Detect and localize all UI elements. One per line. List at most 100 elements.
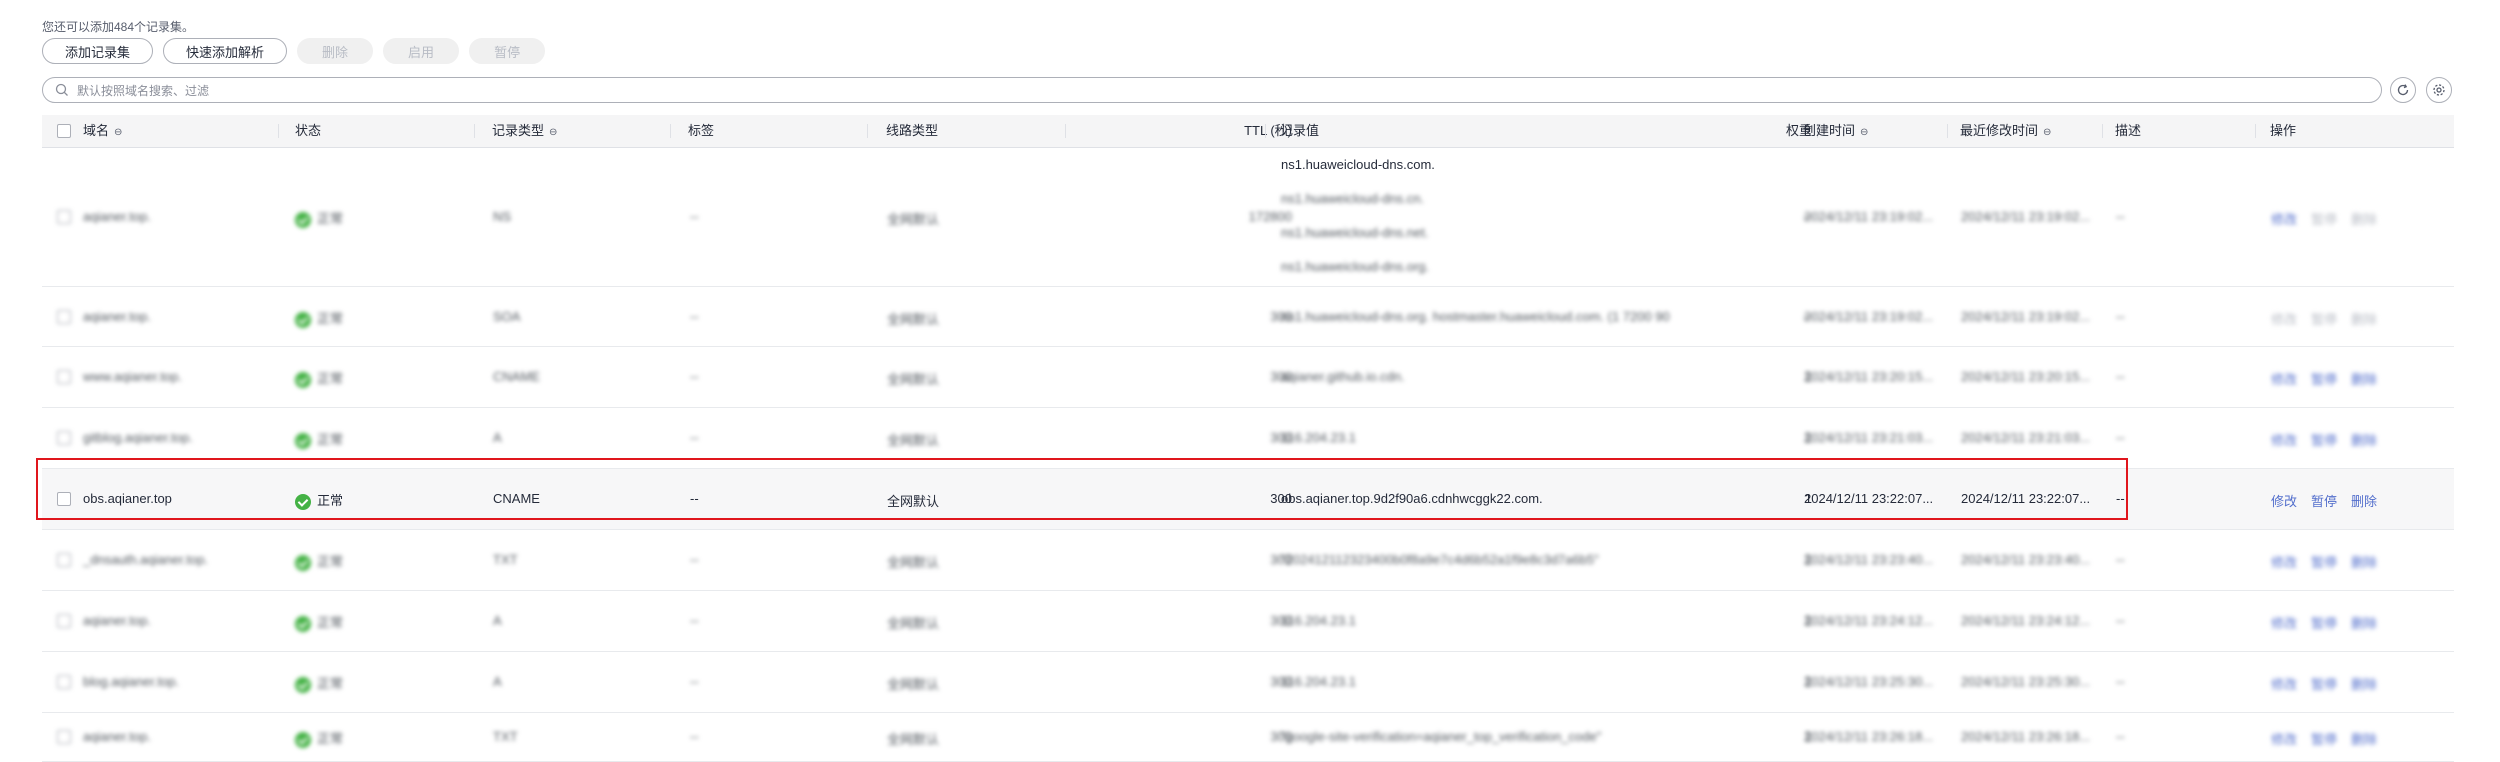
description: -- — [2116, 729, 2125, 744]
row-checkbox[interactable] — [57, 553, 71, 567]
delete-link[interactable]: 删除 — [2351, 616, 2377, 631]
pause-link[interactable]: 暂停 — [2311, 312, 2337, 327]
pause-link[interactable]: 暂停 — [2311, 677, 2337, 692]
batch-delete-button[interactable]: 删除 — [297, 38, 374, 64]
status-badge: 正常 — [295, 308, 343, 328]
line-type: 全网默认 — [887, 433, 940, 448]
row-checkbox[interactable] — [57, 210, 71, 224]
delete-link[interactable]: 删除 — [2351, 212, 2377, 227]
select-all-checkbox[interactable] — [57, 124, 71, 138]
pause-link[interactable]: 暂停 — [2311, 494, 2337, 509]
row-actions: 修改 暂停 删除 — [2271, 430, 2391, 449]
table-row[interactable]: gitblog.aqianer.top. 正常 A -- 全网默认 300 116.204.… — [42, 408, 2454, 469]
table-row[interactable]: aqianer.top. 正常 A -- 全网默认 300 116.204.23.1 1 202… — [42, 591, 2454, 652]
edit-link[interactable]: 修改 — [2271, 372, 2297, 387]
created-time: 2024/12/11 23:26:18... — [1804, 729, 1934, 744]
quick-add-button[interactable]: 快速添加解析 — [163, 38, 288, 64]
table-row[interactable]: aqianer.top. 正常 SOA -- 全网默认 300 ns1.huaweiclou… — [42, 287, 2454, 347]
column-divider — [474, 124, 475, 138]
line-type: 全网默认 — [887, 494, 940, 509]
delete-link[interactable]: 删除 — [2351, 433, 2377, 448]
col-type[interactable]: 记录类型 ⊖ — [492, 115, 557, 147]
edit-link[interactable]: 修改 — [2271, 433, 2297, 448]
table-row[interactable]: aqianer.top. 正常 NS -- 全网默认 172800 ns1.huaweicl… — [42, 148, 2454, 287]
table-row[interactable]: aqianer.top. 正常 TXT -- 全网默认 300 "google-site-v… — [42, 713, 2454, 762]
status-badge: 正常 — [295, 612, 343, 632]
record-tag: -- — [690, 369, 699, 384]
description: -- — [2116, 491, 2125, 506]
batch-enable-button[interactable]: 启用 — [383, 38, 460, 64]
table-row[interactable]: obs.aqianer.top 正常 CNAME -- 全网默认 300 obs.aqian… — [42, 469, 2454, 530]
batch-pause-button[interactable]: 暂停 — [469, 38, 546, 64]
edit-link[interactable]: 修改 — [2271, 494, 2297, 509]
edit-link[interactable]: 修改 — [2271, 677, 2297, 692]
pause-link[interactable]: 暂停 — [2311, 616, 2337, 631]
sort-icon[interactable]: ⊖ — [2043, 127, 2051, 138]
delete-link[interactable]: 删除 — [2351, 555, 2377, 570]
description: -- — [2116, 430, 2125, 445]
ttl-value: 300 — [1270, 552, 1292, 567]
row-checkbox[interactable] — [57, 730, 71, 744]
record-values: aqianer.github.io.cdn. — [1281, 369, 1405, 384]
row-checkbox[interactable] — [57, 310, 71, 324]
check-circle-icon — [295, 311, 311, 328]
status-text: 正常 — [317, 432, 344, 447]
table-row[interactable]: blog.aqianer.top. 正常 A -- 全网默认 300 116.204.23.… — [42, 652, 2454, 713]
record-tag: -- — [690, 491, 699, 506]
record-value: ns1.huaweicloud-dns.org. — [1281, 259, 1430, 274]
edit-link[interactable]: 修改 — [2271, 312, 2297, 327]
pause-link[interactable]: 暂停 — [2311, 372, 2337, 387]
check-circle-icon — [295, 371, 311, 388]
row-checkbox[interactable] — [57, 370, 71, 384]
status-badge: 正常 — [295, 490, 343, 510]
col-modified[interactable]: 最近修改时间 ⊖ — [1960, 115, 2051, 147]
table-row[interactable]: _dnsauth.aqianer.top. 正常 TXT -- 全网默认 300 "2024… — [42, 530, 2454, 591]
pause-link[interactable]: 暂停 — [2311, 555, 2337, 570]
delete-link[interactable]: 删除 — [2351, 732, 2377, 747]
edit-link[interactable]: 修改 — [2271, 212, 2297, 227]
status-badge: 正常 — [295, 208, 343, 228]
row-actions: 修改 暂停 删除 — [2271, 729, 2391, 748]
row-checkbox[interactable] — [57, 675, 71, 689]
add-record-set-button[interactable]: 添加记录集 — [42, 38, 154, 64]
row-checkbox[interactable] — [57, 431, 71, 445]
settings-button[interactable] — [2426, 77, 2452, 103]
search-input[interactable]: 默认按照域名搜索、过滤 — [42, 77, 2382, 103]
col-domain[interactable]: 域名 ⊖ — [83, 115, 122, 147]
edit-link[interactable]: 修改 — [2271, 555, 2297, 570]
line-type: 全网默认 — [887, 677, 940, 692]
column-divider — [1265, 124, 1266, 138]
edit-link[interactable]: 修改 — [2271, 732, 2297, 747]
col-status: 状态 — [295, 123, 322, 138]
delete-link[interactable]: 删除 — [2351, 312, 2377, 327]
delete-link[interactable]: 删除 — [2351, 677, 2377, 692]
record-value: ns1.huaweicloud-dns.net. — [1281, 225, 1429, 240]
col-created[interactable]: 创建时间 ⊖ — [1803, 115, 1868, 147]
modified-time: 2024/12/11 23:25:30... — [1961, 674, 2091, 689]
row-checkbox[interactable] — [57, 614, 71, 628]
table-row[interactable]: www.aqianer.top. 正常 CNAME -- 全网默认 300 aqianer.… — [42, 347, 2454, 408]
pause-link[interactable]: 暂停 — [2311, 732, 2337, 747]
record-values: "202412112323400b0f8a9e7c4d6b52a1f9e8c3d… — [1281, 552, 1599, 567]
pause-link[interactable]: 暂停 — [2311, 433, 2337, 448]
record-values: 116.204.23.1 — [1281, 430, 1356, 445]
record-type: CNAME — [493, 491, 540, 506]
edit-link[interactable]: 修改 — [2271, 616, 2297, 631]
refresh-icon — [2397, 84, 2409, 96]
record-type: NS — [493, 209, 512, 224]
record-type: CNAME — [493, 369, 540, 384]
refresh-button[interactable] — [2390, 77, 2416, 103]
sort-icon[interactable]: ⊖ — [114, 127, 122, 138]
sort-icon[interactable]: ⊖ — [1860, 127, 1868, 138]
description: -- — [2116, 674, 2125, 689]
ttl-value: 300 — [1270, 613, 1292, 628]
domain-name: aqianer.top. — [83, 613, 151, 628]
delete-link[interactable]: 删除 — [2351, 372, 2377, 387]
delete-link[interactable]: 删除 — [2351, 494, 2377, 509]
row-actions: 修改 暂停 删除 — [2271, 369, 2391, 388]
pause-link[interactable]: 暂停 — [2311, 212, 2337, 227]
sort-icon[interactable]: ⊖ — [549, 127, 557, 138]
record-set-table: 域名 ⊖ 状态 记录类型 ⊖ 标签 线路类型 TTL (秒) 记录值 权重 创建时间… — [42, 115, 2454, 762]
row-checkbox[interactable] — [57, 492, 71, 506]
line-type: 全网默认 — [887, 555, 940, 570]
